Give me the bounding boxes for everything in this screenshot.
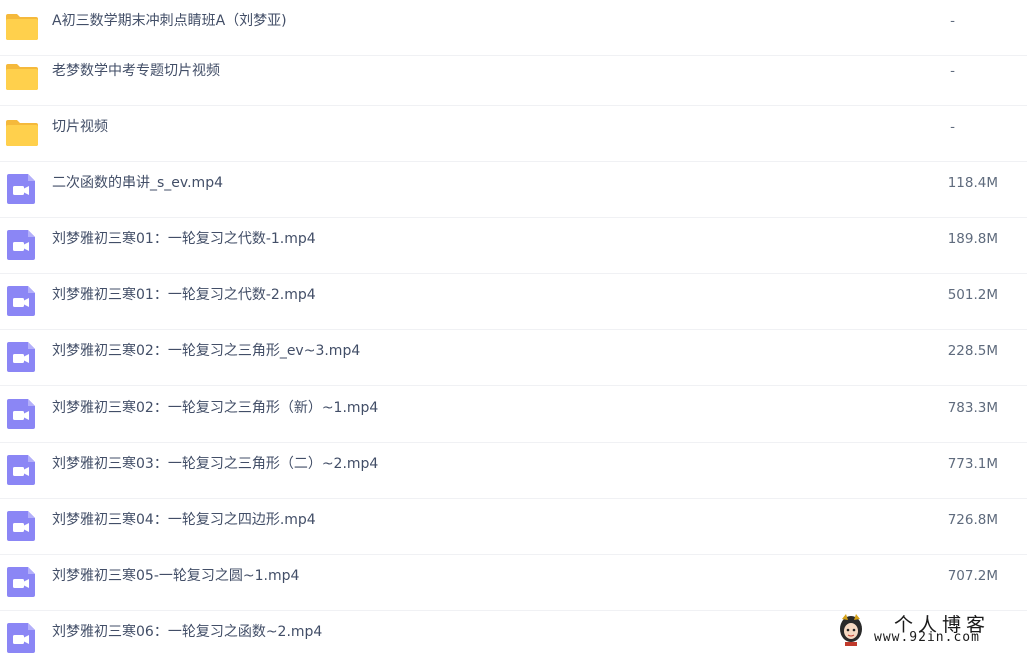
- file-name[interactable]: 刘梦雅初三寒05-一轮复习之圆~1.mp4: [52, 555, 299, 597]
- file-size: 773.1M: [947, 456, 998, 472]
- folder-row[interactable]: A初三数学期末冲刺点睛班A（刘梦亚) -: [0, 0, 1027, 56]
- file-row[interactable]: 刘梦雅初三寒05-一轮复习之圆~1.mp4 707.2M: [0, 555, 1027, 611]
- video-file-icon: [5, 285, 39, 317]
- folder-icon: [5, 117, 39, 149]
- folder-row[interactable]: 切片视频 -: [0, 106, 1027, 162]
- video-file-icon: [5, 622, 39, 653]
- file-row[interactable]: 刘梦雅初三寒02：一轮复习之三角形_ev~3.mp4 228.5M: [0, 330, 1027, 386]
- file-name[interactable]: A初三数学期末冲刺点睛班A（刘梦亚): [52, 0, 287, 42]
- file-name[interactable]: 老梦数学中考专题切片视频: [52, 50, 220, 92]
- file-name[interactable]: 刘梦雅初三寒02：一轮复习之三角形（新）~1.mp4: [52, 387, 378, 429]
- file-list: A初三数学期末冲刺点睛班A（刘梦亚) - 老梦数学中考专题切片视频 - 切片视频 - 二次函…: [0, 0, 1027, 653]
- file-name[interactable]: 刘梦雅初三寒06：一轮复习之函数~2.mp4: [52, 611, 322, 653]
- file-row[interactable]: 刘梦雅初三寒03：一轮复习之三角形（二）~2.mp4 773.1M: [0, 443, 1027, 499]
- file-row[interactable]: 刘梦雅初三寒01：一轮复习之代数-2.mp4 501.2M: [0, 274, 1027, 330]
- video-file-icon: [5, 398, 39, 430]
- file-size: -: [950, 13, 955, 29]
- file-size: -: [950, 119, 955, 135]
- file-name[interactable]: 刘梦雅初三寒02：一轮复习之三角形_ev~3.mp4: [52, 330, 360, 372]
- folder-icon: [5, 11, 39, 43]
- file-size: 228.5M: [947, 343, 998, 359]
- file-row[interactable]: 刘梦雅初三寒04：一轮复习之四边形.mp4 726.8M: [0, 499, 1027, 555]
- file-name[interactable]: 刘梦雅初三寒01：一轮复习之代数-2.mp4: [52, 274, 316, 316]
- file-size: 189.8M: [947, 231, 998, 247]
- file-size: 501.2M: [947, 287, 998, 303]
- cartoon-mascot-icon: [840, 614, 862, 646]
- video-file-icon: [5, 229, 39, 261]
- watermark: 个人博客 www.92in.com: [836, 610, 1014, 650]
- video-file-icon: [5, 566, 39, 598]
- file-size: 726.8M: [947, 512, 998, 528]
- video-file-icon: [5, 341, 39, 373]
- file-row[interactable]: 刘梦雅初三寒01：一轮复习之代数-1.mp4 189.8M: [0, 218, 1027, 274]
- file-name[interactable]: 刘梦雅初三寒03：一轮复习之三角形（二）~2.mp4: [52, 443, 378, 485]
- folder-row[interactable]: 老梦数学中考专题切片视频 -: [0, 50, 1027, 106]
- file-size: -: [950, 63, 955, 79]
- file-size: 783.3M: [947, 400, 998, 416]
- file-size: 707.2M: [947, 568, 998, 584]
- file-name[interactable]: 刘梦雅初三寒01：一轮复习之代数-1.mp4: [52, 218, 316, 260]
- file-row[interactable]: 刘梦雅初三寒02：一轮复习之三角形（新）~1.mp4 783.3M: [0, 387, 1027, 443]
- file-size: 118.4M: [947, 175, 998, 191]
- file-row[interactable]: 二次函数的串讲_s_ev.mp4 118.4M: [0, 162, 1027, 218]
- watermark-url: www.92in.com: [874, 630, 980, 645]
- file-name[interactable]: 二次函数的串讲_s_ev.mp4: [52, 162, 223, 204]
- file-name[interactable]: 刘梦雅初三寒04：一轮复习之四边形.mp4: [52, 499, 316, 541]
- video-file-icon: [5, 454, 39, 486]
- folder-icon: [5, 61, 39, 93]
- video-file-icon: [5, 173, 39, 205]
- file-name[interactable]: 切片视频: [52, 106, 108, 148]
- video-file-icon: [5, 510, 39, 542]
